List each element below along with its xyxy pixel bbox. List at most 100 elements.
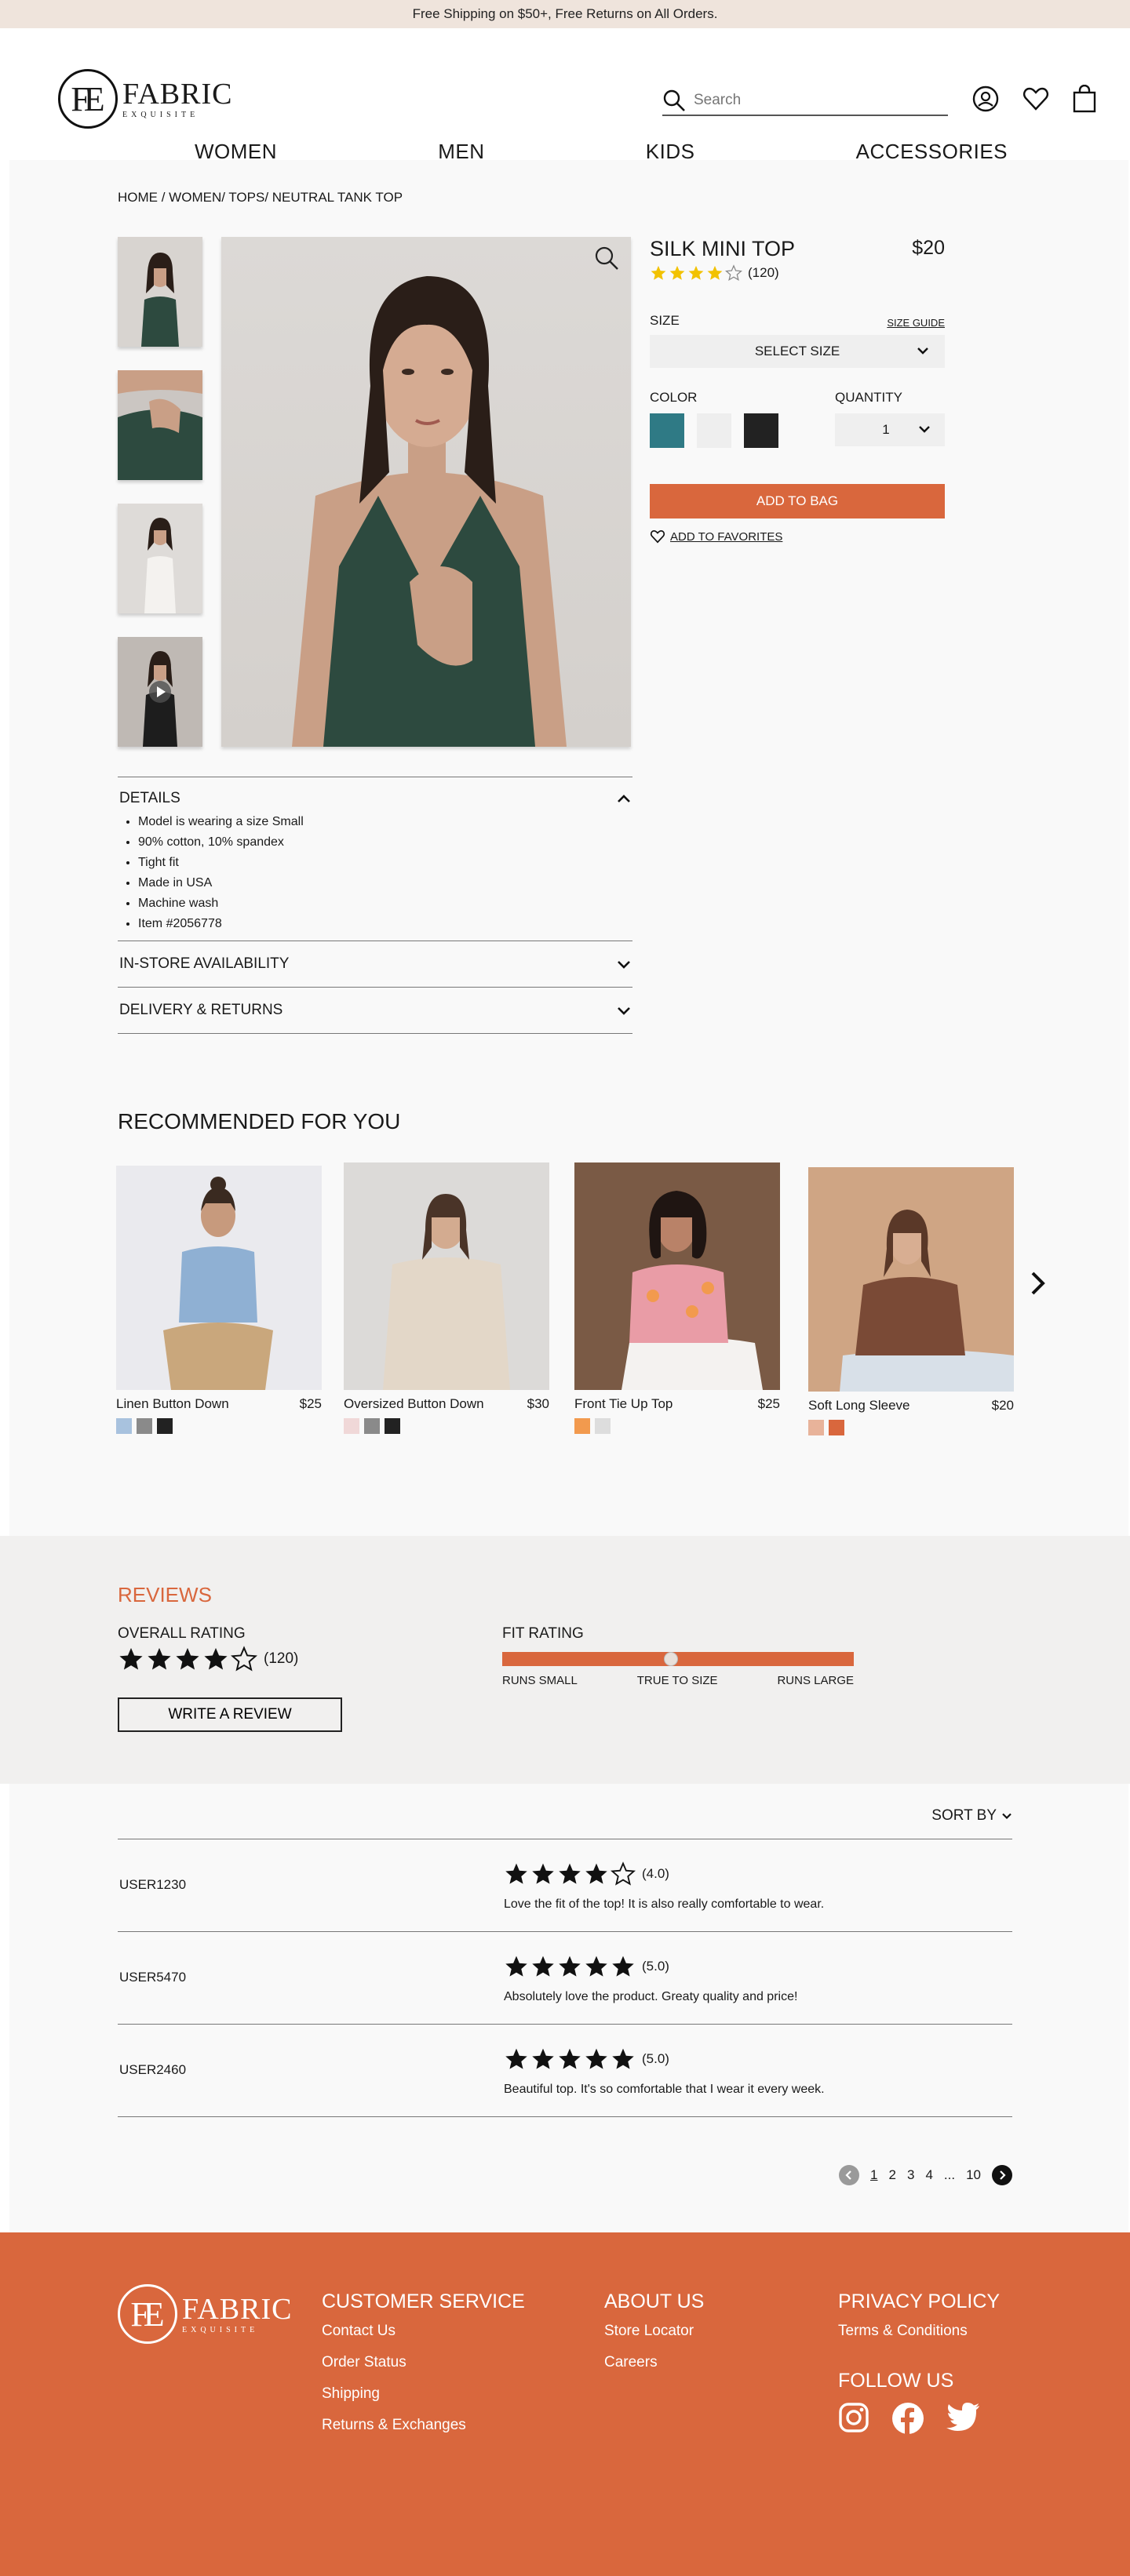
next-page-button[interactable] <box>992 2165 1012 2185</box>
star-filled-icon <box>651 265 666 280</box>
product-image[interactable] <box>574 1162 780 1390</box>
size-guide-link[interactable]: SIZE GUIDE <box>887 317 945 329</box>
thumbnail-2[interactable] <box>118 370 202 480</box>
chevron-down-icon <box>1002 1813 1012 1820</box>
footer-heading: FOLLOW US <box>838 2370 954 2392</box>
recommended-price: $25 <box>757 1396 780 1411</box>
color-swatch[interactable] <box>364 1418 380 1434</box>
in-store-availability-header[interactable]: IN-STORE AVAILABILITY <box>118 941 632 988</box>
footer-link-store-locator[interactable]: Store Locator <box>604 2323 704 2340</box>
facebook-icon[interactable] <box>891 2402 924 2435</box>
sort-by-label: SORT BY <box>931 1807 997 1824</box>
recommended-card[interactable]: Front Tie Up Top $25 <box>574 1162 780 1434</box>
quantity-select[interactable]: 1 <box>835 413 945 446</box>
fit-tick-true: TRUE TO SIZE <box>636 1674 718 1687</box>
recommended-card[interactable]: Soft Long Sleeve $20 <box>808 1167 1014 1435</box>
heart-icon[interactable] <box>1022 85 1050 113</box>
details-header[interactable]: DETAILS <box>118 777 632 812</box>
write-review-button[interactable]: WRITE A REVIEW <box>118 1697 342 1732</box>
size-select-value: SELECT SIZE <box>754 344 840 358</box>
star-filled-icon <box>204 1647 228 1670</box>
star-filled-icon <box>585 1956 607 1977</box>
star-filled-icon <box>688 265 704 280</box>
add-to-bag-button[interactable]: ADD TO BAG <box>650 484 945 518</box>
thumbnail-1[interactable] <box>118 237 202 347</box>
product-image[interactable] <box>344 1162 549 1390</box>
color-swatch-white[interactable] <box>697 413 731 448</box>
color-swatch[interactable] <box>595 1418 611 1434</box>
color-swatch[interactable] <box>344 1418 359 1434</box>
logo[interactable]: FE FABRIC EXQUISITE <box>58 69 232 129</box>
delivery-returns-header[interactable]: DELIVERY & RETURNS <box>118 988 632 1034</box>
chevron-right-icon <box>1000 2170 1006 2180</box>
star-empty-icon <box>611 1861 636 1886</box>
color-swatch[interactable] <box>137 1418 152 1434</box>
overall-rating-label: OVERALL RATING <box>118 1625 246 1642</box>
color-swatch[interactable] <box>829 1420 844 1435</box>
page-link-2[interactable]: 2 <box>889 2167 896 2183</box>
color-swatch[interactable] <box>808 1420 824 1435</box>
footer-heading: CUSTOMER SERVICE <box>322 2290 525 2312</box>
footer-link-shipping[interactable]: Shipping <box>322 2385 525 2403</box>
twitter-icon[interactable] <box>946 2402 981 2432</box>
thumbnail-video[interactable] <box>118 637 202 747</box>
page-link-1[interactable]: 1 <box>870 2167 877 2183</box>
page-link-4[interactable]: 4 <box>925 2167 932 2183</box>
color-swatch[interactable] <box>157 1418 173 1434</box>
product-image[interactable] <box>808 1167 1014 1392</box>
footer-link-returns[interactable]: Returns & Exchanges <box>322 2417 525 2434</box>
account-icon[interactable] <box>971 85 1000 113</box>
details-item: Machine wash <box>138 893 632 914</box>
recommended-title: RECOMMENDED FOR YOU <box>118 1109 401 1133</box>
footer-link-careers[interactable]: Careers <box>604 2354 704 2371</box>
logo-name: FABRIC <box>182 2292 293 2326</box>
main-product-image[interactable] <box>221 237 631 747</box>
prev-page-button[interactable] <box>839 2165 860 2185</box>
chevron-up-icon <box>618 795 630 802</box>
page-ellipsis: ... <box>943 2167 956 2182</box>
search-input[interactable] <box>694 92 929 109</box>
size-select[interactable]: SELECT SIZE <box>650 335 945 368</box>
logo-monogram: FE <box>118 2284 177 2344</box>
details-item: Model is wearing a size Small <box>138 812 632 832</box>
star-filled-icon <box>559 1863 581 1884</box>
product-rating[interactable]: (120) <box>650 264 945 282</box>
search-icon[interactable] <box>662 89 686 112</box>
recommended-name: Front Tie Up Top <box>574 1396 673 1411</box>
footer-logo[interactable]: FE FABRIC EXQUISITE <box>118 2284 292 2344</box>
color-swatch-black[interactable] <box>744 413 778 448</box>
overall-count: (120) <box>264 1650 299 1667</box>
details-item: 90% cotton, 10% spandex <box>138 832 632 853</box>
chevron-down-icon <box>917 347 928 355</box>
color-swatch[interactable] <box>385 1418 400 1434</box>
recommended-card[interactable]: Oversized Button Down $30 <box>344 1162 549 1434</box>
search-bar[interactable] <box>662 86 948 116</box>
footer-link-terms[interactable]: Terms & Conditions <box>838 2323 1000 2340</box>
add-to-favorites-link[interactable]: ADD TO FAVORITES <box>650 529 945 544</box>
breadcrumb[interactable]: HOME / WOMEN/ TOPS/ NEUTRAL TANK TOP <box>118 190 403 206</box>
sort-by-dropdown[interactable]: SORT BY <box>931 1807 1012 1825</box>
color-swatch[interactable] <box>574 1418 590 1434</box>
color-swatch[interactable] <box>116 1418 132 1434</box>
logo-subtitle: EXQUISITE <box>182 2325 259 2334</box>
star-filled-icon <box>585 2048 607 2069</box>
page-link-10[interactable]: 10 <box>966 2167 981 2183</box>
product-price: $20 <box>912 237 945 259</box>
product-image[interactable] <box>116 1166 322 1390</box>
color-swatch-teal[interactable] <box>650 413 684 448</box>
promo-banner: Free Shipping on $50+, Free Returns on A… <box>0 0 1130 28</box>
reviews-list: SORT BY USER1230 (4.0) Love the fit of t… <box>9 1784 1128 2232</box>
recommended-card[interactable]: Linen Button Down $25 <box>116 1166 322 1434</box>
chevron-right-icon[interactable] <box>1028 1269 1048 1297</box>
bag-icon[interactable] <box>1072 85 1097 113</box>
footer-link-contact[interactable]: Contact Us <box>322 2323 525 2340</box>
instagram-icon[interactable] <box>838 2402 869 2433</box>
review-text: Beautiful top. It's so comfortable that … <box>504 2083 825 2096</box>
star-filled-icon <box>532 1863 554 1884</box>
color-swatches <box>650 413 778 448</box>
thumbnail-3[interactable] <box>118 504 202 613</box>
footer-link-order-status[interactable]: Order Status <box>322 2354 525 2371</box>
page-link-3[interactable]: 3 <box>907 2167 914 2183</box>
review-score: (5.0) <box>642 1959 669 1974</box>
zoom-icon[interactable] <box>593 245 620 271</box>
